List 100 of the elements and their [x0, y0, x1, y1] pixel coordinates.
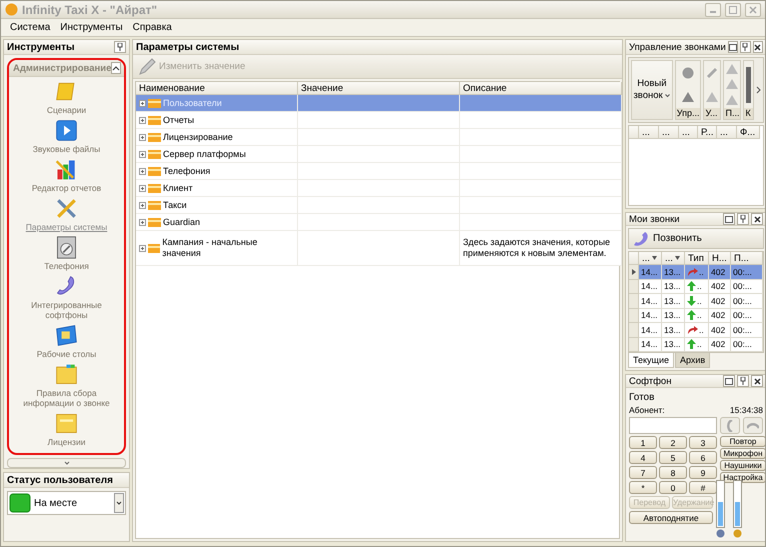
table-cell: 00:...: [731, 265, 763, 280]
menu-item[interactable]: Система: [5, 22, 56, 33]
call-button[interactable]: Позвонить: [628, 228, 764, 249]
column-header[interactable]: ...: [659, 126, 679, 139]
table-cell: 14...: [639, 294, 662, 308]
splitter-handle[interactable]: [7, 458, 126, 468]
triangle-icon: [726, 79, 738, 90]
keypad-key[interactable]: 8: [659, 466, 687, 479]
keypad-key[interactable]: #: [689, 481, 717, 494]
new-call-button[interactable]: Новый звонок: [631, 60, 673, 120]
column-header[interactable]: ...: [639, 252, 662, 265]
column-header[interactable]: Ф...: [737, 126, 760, 139]
triangle-icon: [706, 92, 718, 102]
folder-icon: [139, 183, 161, 193]
row-label: Такси: [163, 200, 187, 210]
option-button[interactable]: Настройка: [720, 472, 765, 483]
pin-button[interactable]: [114, 41, 126, 53]
column-header[interactable]: Р...: [698, 126, 717, 139]
restore-button[interactable]: [723, 213, 735, 226]
keypad-key[interactable]: 5: [659, 451, 687, 464]
keypad-key[interactable]: 9: [689, 466, 717, 479]
number-field[interactable]: [629, 417, 717, 434]
table-cell: 402: [709, 308, 731, 323]
folder-icon: [139, 243, 160, 253]
table-cell: Здесь задаются значения, которые применяются к новым элементам.: [460, 231, 622, 266]
tool-link[interactable]: Звуковые файлы: [32, 144, 100, 154]
column-header[interactable]: ...: [662, 252, 685, 265]
triangle-icon: [726, 64, 738, 74]
keypad-key[interactable]: 1: [629, 436, 657, 449]
table-cell: 00:...: [731, 323, 763, 338]
restore-button[interactable]: [723, 375, 735, 387]
group-label: Упр...: [676, 108, 700, 119]
collapse-button[interactable]: [111, 62, 122, 74]
type-text: ..: [699, 266, 704, 277]
column-header[interactable]: П...: [731, 252, 763, 265]
table-cell: 13...: [662, 308, 685, 323]
tool-link[interactable]: Телефония: [44, 261, 89, 271]
option-button[interactable]: Повтор: [720, 436, 765, 447]
table-cell: 13...: [662, 265, 685, 280]
menu-item[interactable]: Справка: [128, 22, 177, 33]
restore-button[interactable]: [728, 41, 738, 53]
folder-icon: [139, 217, 161, 227]
row-label: Пользователи: [163, 98, 222, 108]
tab[interactable]: Архив: [674, 353, 710, 368]
column-header[interactable]: Н...: [709, 252, 731, 265]
table-cell: 13...: [662, 280, 685, 294]
keypad-key[interactable]: 7: [629, 466, 657, 479]
option-button[interactable]: Наушники: [720, 460, 765, 471]
tool-link[interactable]: Правила сбора информации о звонке: [11, 388, 122, 408]
type-text: ..: [697, 310, 702, 320]
tool-link[interactable]: Сценарии: [46, 105, 86, 115]
play-icon: [54, 119, 79, 142]
table-cell: 00:...: [731, 280, 763, 294]
volume-slider[interactable]: [733, 480, 742, 528]
keypad-key[interactable]: *: [629, 481, 657, 494]
volume-slider[interactable]: [716, 480, 725, 528]
column-header[interactable]: ...: [717, 126, 737, 139]
option-button[interactable]: Микрофон: [720, 448, 765, 459]
microphone-icon: [733, 529, 742, 538]
tool-link[interactable]: Лицензии: [48, 437, 86, 447]
type-text: ..: [697, 281, 702, 292]
window-icon: [728, 44, 737, 50]
column-header[interactable]: Тип: [685, 252, 709, 265]
redirect-arrow-icon: [687, 324, 698, 335]
keypad-key[interactable]: 0: [659, 481, 687, 494]
keypad-key[interactable]: 6: [689, 451, 717, 464]
status-dropdown[interactable]: На месте: [7, 491, 126, 515]
app-logo-icon: [5, 3, 18, 16]
pin-button[interactable]: [740, 41, 751, 53]
column-header[interactable]: Значение: [298, 82, 460, 95]
triangle-icon: [726, 95, 738, 106]
pin-button[interactable]: [737, 375, 749, 387]
table-cell: 13...: [662, 338, 685, 352]
tool-link[interactable]: Рабочие столы: [36, 349, 96, 359]
clock-text: 15:34:38: [730, 405, 763, 415]
keypad-key[interactable]: 4: [629, 451, 657, 464]
column-header[interactable]: ...: [679, 126, 698, 139]
table-cell: 14...: [639, 323, 662, 338]
column-header[interactable]: Наименование: [136, 82, 298, 95]
window-icon: [725, 216, 733, 223]
row-label: Телефония: [163, 166, 210, 176]
auto-answer-button[interactable]: Автоподнятие: [629, 511, 713, 524]
column-header[interactable]: Описание: [460, 82, 622, 95]
folder-icon: [139, 149, 161, 159]
column-header[interactable]: ...: [639, 126, 659, 139]
close-button[interactable]: [752, 41, 763, 53]
row-label: Guardian: [163, 216, 200, 228]
keypad-key[interactable]: 2: [659, 436, 687, 449]
pin-button[interactable]: [737, 213, 749, 226]
menu-item[interactable]: Инструменты: [55, 22, 128, 33]
handset-icon: [726, 420, 734, 432]
tool-link[interactable]: Редактор отчетов: [32, 183, 102, 193]
panel-title: Статус пользователя: [7, 474, 114, 486]
tool-link[interactable]: Интегрированные софтфоны: [11, 300, 122, 320]
keypad-key[interactable]: 3: [689, 436, 717, 449]
chevron-icon: [112, 65, 120, 71]
close-button[interactable]: [751, 213, 763, 226]
tab[interactable]: Текущие: [628, 353, 674, 368]
close-button[interactable]: [751, 375, 763, 387]
pin-icon: [742, 43, 748, 51]
